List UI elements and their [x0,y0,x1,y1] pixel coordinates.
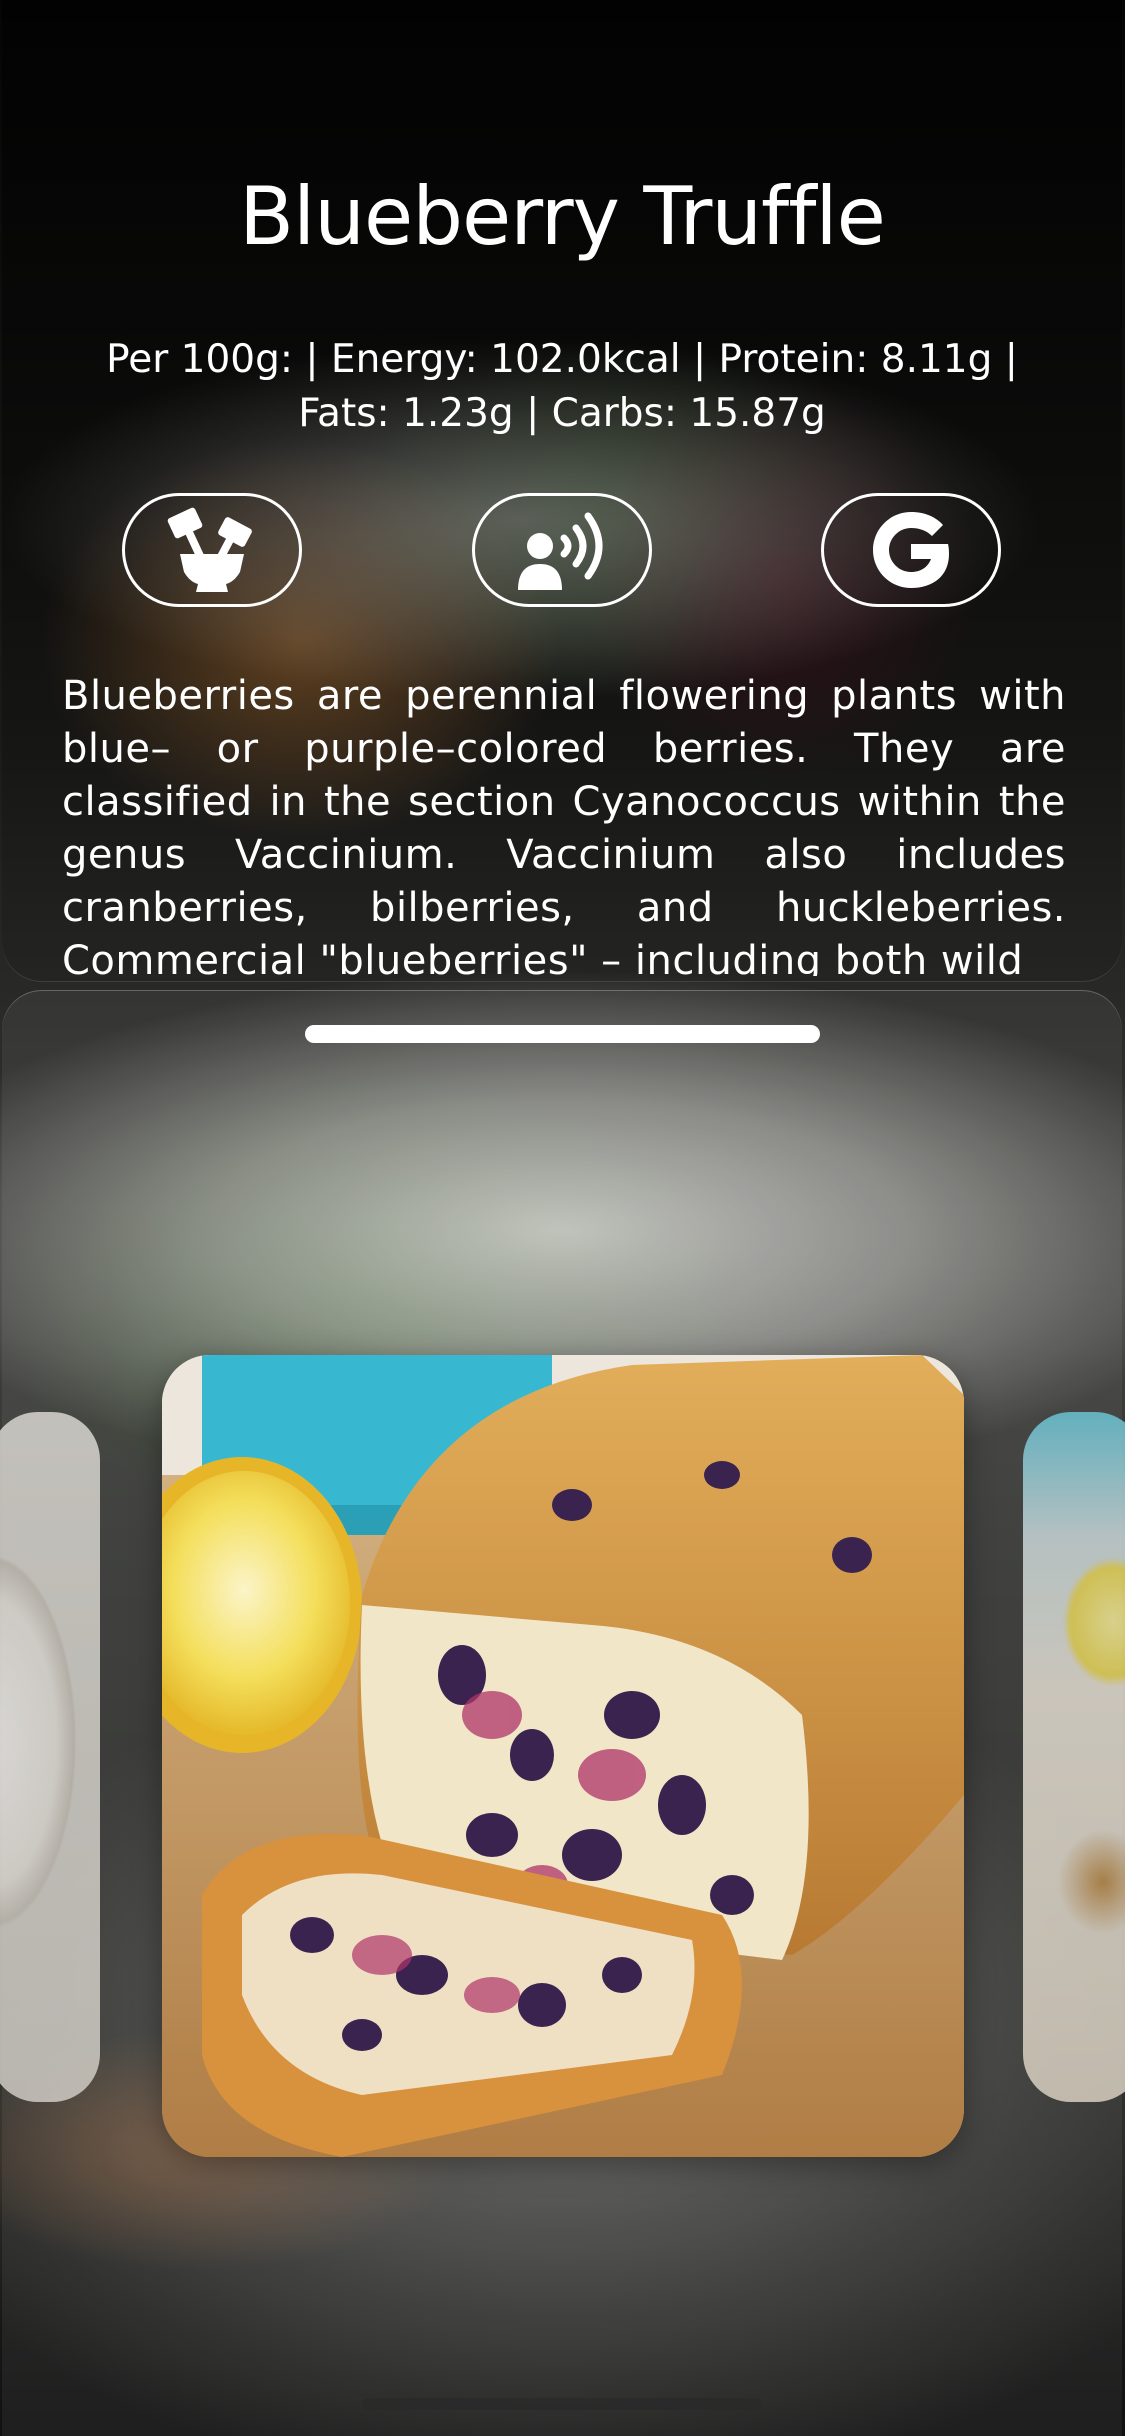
screen: Blueberry Truffle Per 100g: | Energy: 10… [0,0,1125,2436]
google-icon [873,512,949,588]
read-aloud-button[interactable] [472,493,652,607]
carousel-card-next[interactable] [1023,1412,1125,2102]
ingredients-tools-button[interactable] [122,493,302,607]
speaker-voice-icon [518,512,603,590]
google-search-button[interactable] [821,493,1001,607]
nutrition-facts: Per 100g: | Energy: 102.0kcal | Protein:… [106,337,1018,436]
carousel-card-previous[interactable] [0,1412,100,2102]
home-indicator [362,2398,762,2410]
dish-info-card: Blueberry Truffle Per 100g: | Energy: 10… [2,0,1122,982]
dish-description: Blueberries are perennial flowering plan… [62,673,1066,976]
cooking-tools-icon [167,507,252,592]
sheet-grabber-handle[interactable] [305,1025,820,1043]
blueberry-loaf-photo [162,1355,964,2157]
dish-title: Blueberry Truffle [239,170,886,263]
carousel-card-current[interactable] [162,1355,964,2157]
